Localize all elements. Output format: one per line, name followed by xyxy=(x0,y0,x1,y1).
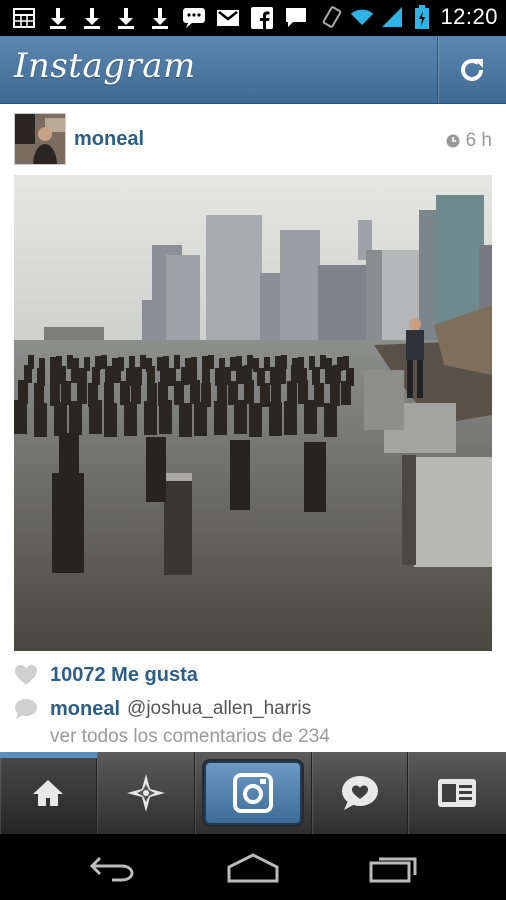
piling xyxy=(159,400,172,434)
piling xyxy=(92,367,100,385)
download-icon xyxy=(114,6,138,30)
piling xyxy=(194,402,207,436)
piling xyxy=(202,365,210,383)
piling xyxy=(190,380,200,404)
piling xyxy=(278,366,286,384)
tab-profile[interactable] xyxy=(408,752,506,834)
message-icon xyxy=(284,6,308,30)
likes-row[interactable]: 10072 Me gusta xyxy=(14,662,198,688)
view-all-comments-link[interactable]: ver todos los comentarios de 234 xyxy=(50,726,330,748)
refresh-button[interactable] xyxy=(437,36,506,103)
nav-home-button[interactable] xyxy=(223,852,283,884)
piling xyxy=(291,365,299,383)
post-time: 6 h xyxy=(446,130,492,152)
vibrate-icon xyxy=(320,5,344,29)
tab-activity[interactable] xyxy=(312,752,408,834)
piling xyxy=(179,403,192,437)
piling xyxy=(147,366,155,384)
heart-icon[interactable] xyxy=(14,664,38,686)
signal-icon xyxy=(380,5,404,29)
piling xyxy=(34,403,47,437)
post-header: moneal 6 h xyxy=(14,113,492,169)
piling xyxy=(330,382,340,406)
piling xyxy=(325,366,333,384)
instagram-logo: Instagram xyxy=(14,46,196,86)
app-header: Instagram xyxy=(0,36,506,104)
comment-row: moneal @joshua_allen_harris xyxy=(14,696,311,722)
download-icon xyxy=(46,6,70,30)
camera-icon xyxy=(233,773,273,813)
chat-icon xyxy=(182,6,206,30)
piling xyxy=(105,366,113,384)
piling xyxy=(234,400,247,434)
piling xyxy=(214,401,227,435)
post-photo[interactable] xyxy=(14,175,492,651)
calendar-icon xyxy=(12,6,36,30)
piling xyxy=(341,381,351,405)
clock-icon xyxy=(446,134,460,148)
facebook-icon xyxy=(250,6,274,30)
tab-explore[interactable] xyxy=(97,752,195,834)
feed[interactable]: moneal 6 h 10072 Me gusta moneal @joshua… xyxy=(0,104,506,752)
android-nav-bar xyxy=(0,834,506,900)
refresh-icon xyxy=(461,58,483,81)
system-icons: 12:20 xyxy=(320,4,498,30)
tab-bar xyxy=(0,752,506,834)
piling xyxy=(324,403,337,437)
comment-username[interactable]: moneal xyxy=(50,698,120,721)
back-button[interactable] xyxy=(82,852,142,884)
piling xyxy=(104,403,117,437)
piling xyxy=(69,401,82,435)
explore-icon xyxy=(126,774,165,812)
piling xyxy=(284,401,297,435)
battery-icon xyxy=(410,5,434,29)
piling xyxy=(269,402,282,436)
comment-icon[interactable] xyxy=(14,698,38,720)
piling xyxy=(304,400,317,434)
status-bar: 12:20 xyxy=(0,0,506,36)
camera-button[interactable] xyxy=(204,761,302,825)
post-username[interactable]: moneal xyxy=(74,128,144,151)
download-icon xyxy=(148,6,172,30)
piling xyxy=(14,400,27,434)
piling xyxy=(124,402,137,436)
back-icon xyxy=(89,856,134,882)
piling xyxy=(174,355,180,369)
time-ago: 6 h xyxy=(465,130,492,151)
piling xyxy=(343,356,349,370)
notification-icons xyxy=(12,6,308,30)
piling xyxy=(174,381,184,405)
piling xyxy=(77,380,87,404)
wifi-icon xyxy=(350,5,374,29)
avatar[interactable] xyxy=(14,113,66,165)
profile-icon xyxy=(438,779,476,807)
comment-text[interactable]: @joshua_allen_harris xyxy=(127,698,311,720)
piling xyxy=(120,381,130,405)
piling xyxy=(113,365,121,383)
home-icon xyxy=(33,780,63,806)
piling xyxy=(160,365,168,383)
gmail-icon xyxy=(216,6,240,30)
piling xyxy=(89,400,102,434)
piling xyxy=(140,355,146,369)
piling xyxy=(131,380,141,404)
activity-icon xyxy=(341,776,378,810)
download-icon xyxy=(80,6,104,30)
piling xyxy=(249,403,262,437)
recent-apps-icon xyxy=(369,857,417,883)
piling xyxy=(144,401,157,435)
piling xyxy=(54,402,67,436)
likes-count[interactable]: 10072 Me gusta xyxy=(50,664,198,687)
home-icon xyxy=(227,853,279,883)
clock: 12:20 xyxy=(440,4,498,29)
recent-apps-button[interactable] xyxy=(365,852,425,884)
tab-camera[interactable] xyxy=(195,752,312,834)
tab-home[interactable] xyxy=(0,752,97,834)
piling xyxy=(312,367,320,385)
piling xyxy=(333,365,341,383)
piling xyxy=(104,382,114,406)
